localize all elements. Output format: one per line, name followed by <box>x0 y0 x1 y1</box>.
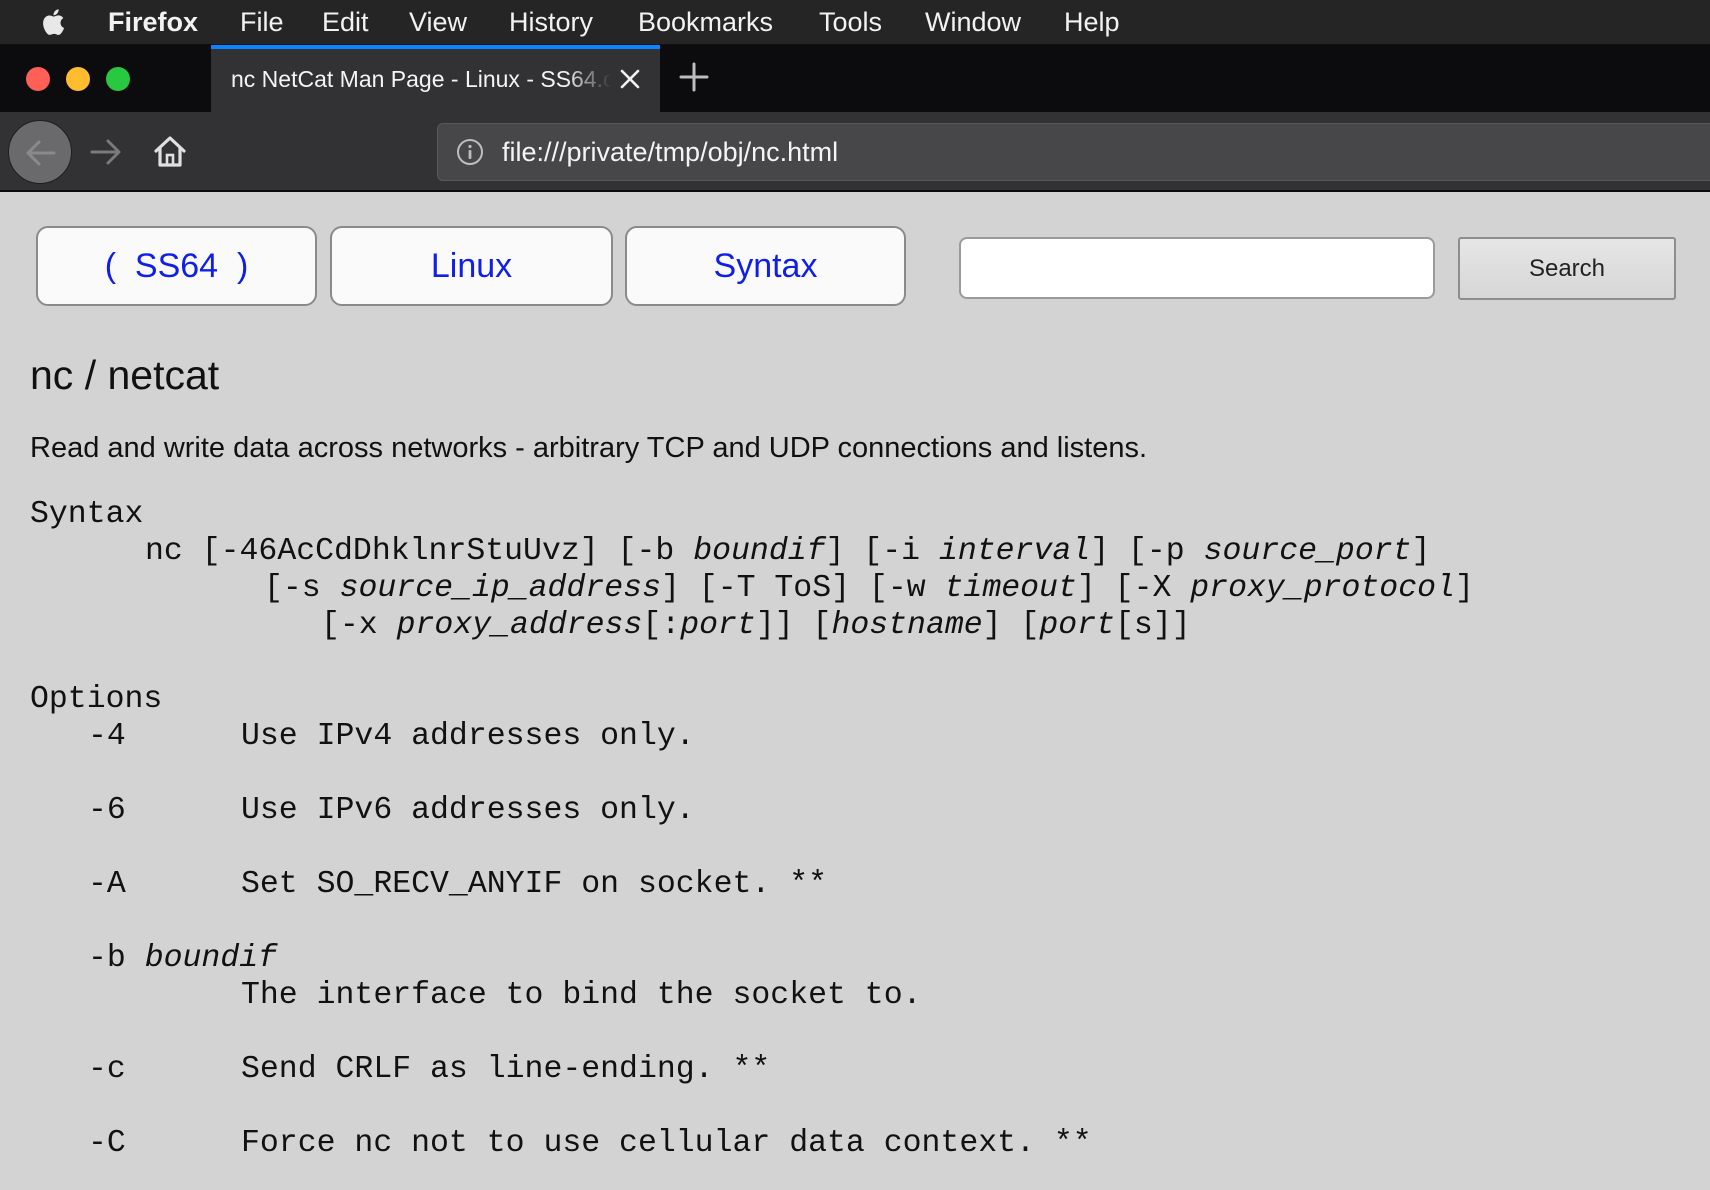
option-description: Use IPv4 addresses only. <box>241 719 695 754</box>
plus-icon[interactable] <box>676 59 712 95</box>
back-button[interactable] <box>8 120 72 184</box>
menu-view[interactable]: View <box>409 6 467 38</box>
option-description: Send CRLF as line-ending. ** <box>241 1052 771 1087</box>
option-description: Use IPv6 addresses only. <box>241 793 695 828</box>
menu-help[interactable]: Help <box>1064 6 1120 38</box>
arrow-right-icon[interactable] <box>88 134 124 170</box>
syntax-line: nc [-46AcCdDhklnrStuUvz] [-b boundif] [-… <box>145 533 1430 570</box>
option-description: Force nc not to use cellular data contex… <box>241 1126 1092 1161</box>
nav-button-syntax[interactable]: Syntax <box>625 226 906 306</box>
window-zoom-button[interactable] <box>106 67 130 91</box>
option-argument: boundif <box>144 941 278 976</box>
search-input[interactable] <box>959 237 1435 299</box>
syntax-argument: hostname <box>831 608 983 643</box>
menu-history[interactable]: History <box>509 6 593 38</box>
syntax-text: ] <box>1454 571 1474 606</box>
menu-edit[interactable]: Edit <box>322 6 369 38</box>
page-title: nc / netcat <box>30 352 220 398</box>
search-button[interactable]: Search <box>1458 237 1676 300</box>
syntax-text: ] [ <box>982 608 1040 643</box>
page-content: ( SS64 ) Linux Syntax Search nc / netcat… <box>0 194 1710 1190</box>
option-flag: -4 <box>88 719 126 754</box>
option-flag-line: -b boundif <box>88 940 277 977</box>
window-minimize-button[interactable] <box>66 67 90 91</box>
option-description: Set SO_RECV_ANYIF on socket. ** <box>241 867 827 902</box>
syntax-argument: port <box>680 608 756 643</box>
syntax-argument: source_port <box>1203 534 1412 569</box>
option-flag: -6 <box>88 793 126 828</box>
window-close-button[interactable] <box>26 67 50 91</box>
syntax-argument: timeout <box>944 571 1077 606</box>
option-flag: -c <box>88 1052 126 1087</box>
syntax-text: ] [-X <box>1076 571 1191 606</box>
syntax-argument: source_ip_address <box>339 571 661 606</box>
home-icon[interactable] <box>152 134 188 170</box>
url-text[interactable]: file:///private/tmp/obj/nc.html <box>502 135 838 169</box>
tab-title: nc NetCat Man Page - Linux - SS64.com <box>231 66 611 92</box>
syntax-text: ]] [ <box>755 608 832 643</box>
syntax-text: [-s <box>264 571 340 606</box>
options-heading: Options <box>30 682 163 717</box>
menu-window[interactable]: Window <box>925 6 1021 38</box>
close-icon[interactable] <box>614 63 646 95</box>
navigation-toolbar: file:///private/tmp/obj/nc.html <box>0 112 1710 192</box>
info-icon[interactable] <box>456 138 484 166</box>
syntax-text: [-x <box>321 608 397 643</box>
syntax-argument: boundif <box>693 534 826 569</box>
menu-bookmarks[interactable]: Bookmarks <box>638 6 773 38</box>
menu-firefox[interactable]: Firefox <box>108 6 198 38</box>
syntax-text: [s]] <box>1115 608 1191 643</box>
syntax-heading: Syntax <box>30 497 144 532</box>
tab-active[interactable]: nc NetCat Man Page - Linux - SS64.com <box>211 45 660 112</box>
syntax-text: ] [-T ToS] [-w <box>660 571 945 606</box>
syntax-argument: port <box>1039 608 1116 643</box>
apple-logo-icon[interactable] <box>40 6 70 38</box>
syntax-text: ] <box>1411 534 1431 569</box>
nav-button-ss64[interactable]: ( SS64 ) <box>36 226 317 306</box>
syntax-argument: proxy_address <box>396 608 643 643</box>
syntax-text: ] [-i <box>825 534 939 569</box>
syntax-argument: proxy_protocol <box>1190 571 1455 606</box>
menu-file[interactable]: File <box>240 6 284 38</box>
page-description: Read and write data across networks - ar… <box>30 432 1148 464</box>
syntax-line: [-s source_ip_address] [-T ToS] [-w time… <box>264 570 1474 607</box>
syntax-text: [: <box>642 608 681 643</box>
syntax-text: ] [-p <box>1090 534 1204 569</box>
option-description: The interface to bind the socket to. <box>241 978 922 1013</box>
syntax-argument: interval <box>938 534 1091 569</box>
syntax-text: nc [-46AcCdDhklnrStuUvz] [-b <box>145 534 694 569</box>
arrow-left-icon <box>26 140 56 166</box>
option-flag: -A <box>88 867 126 902</box>
tab-strip: nc NetCat Man Page - Linux - SS64.com <box>0 45 1710 112</box>
macos-menubar: Firefox File Edit View History Bookmarks… <box>0 0 1710 45</box>
option-flag: -C <box>88 1126 126 1161</box>
menu-tools[interactable]: Tools <box>819 6 882 38</box>
syntax-line: [-x proxy_address[:port]] [hostname] [po… <box>321 607 1191 644</box>
option-flag: -b <box>88 941 126 976</box>
nav-button-linux[interactable]: Linux <box>330 226 613 306</box>
address-bar[interactable]: file:///private/tmp/obj/nc.html <box>437 123 1710 181</box>
